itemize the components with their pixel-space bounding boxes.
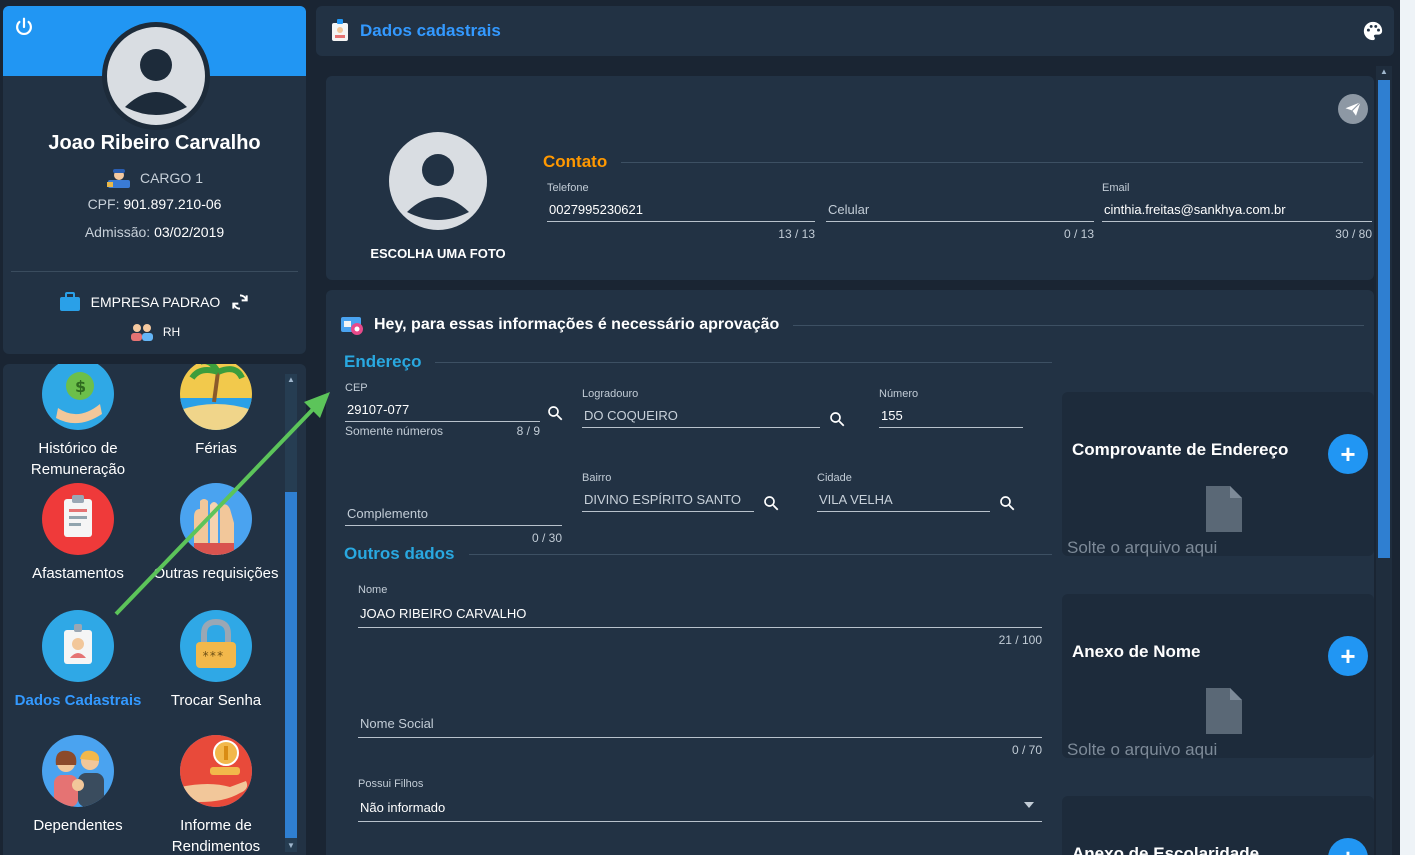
user-silhouette-icon bbox=[407, 154, 469, 220]
department-name: RH bbox=[162, 325, 181, 339]
file-icon bbox=[1206, 486, 1242, 532]
logradouro-field[interactable]: Logradouro DO COQUEIRO bbox=[582, 388, 820, 428]
add-comprovante-button[interactable]: + bbox=[1328, 434, 1368, 474]
cidade-field[interactable]: Cidade VILA VELHA bbox=[817, 472, 990, 512]
clipboard-icon bbox=[42, 483, 114, 555]
menu-scrollbar[interactable]: ▲ ▼ bbox=[285, 374, 297, 852]
email-field[interactable]: Email cinthia.freitas@sankhya.com.br 30 … bbox=[1102, 182, 1372, 241]
padlock-icon: *** bbox=[180, 610, 252, 682]
profile-cpf: CPF: 901.897.210-06 bbox=[87, 196, 222, 212]
telefone-input[interactable]: 0027995230621 bbox=[547, 196, 815, 222]
profile-company: EMPRESA PADRAO bbox=[3, 292, 306, 312]
svg-text:***: *** bbox=[202, 649, 224, 663]
cidade-search-icon[interactable] bbox=[998, 494, 1016, 512]
cidade-input[interactable]: VILA VELHA bbox=[817, 486, 990, 512]
endereco-section-title: Endereço bbox=[344, 352, 1052, 372]
celular-field[interactable]: Celular 0 / 13 bbox=[826, 182, 1094, 241]
logradouro-search-icon[interactable] bbox=[828, 410, 846, 428]
menu-item-informe-rendimentos[interactable]: Informe de Rendimentos bbox=[146, 735, 286, 855]
page-title: Dados cadastrais bbox=[360, 21, 501, 40]
menu-item-historico-remuneracao[interactable]: $ Histórico de Remuneração bbox=[8, 364, 148, 480]
scroll-down-arrow-icon[interactable]: ▼ bbox=[285, 840, 297, 852]
company-name: EMPRESA PADRAO bbox=[90, 294, 221, 310]
scroll-up-arrow-icon[interactable]: ▲ bbox=[1378, 66, 1390, 78]
logradouro-input[interactable]: DO COQUEIRO bbox=[582, 402, 820, 428]
cep-search-icon[interactable] bbox=[546, 404, 564, 422]
approval-card: Hey, para essas informações é necessário… bbox=[326, 290, 1374, 855]
money-bag-icon: $ bbox=[42, 364, 114, 430]
dropdown-arrow-icon[interactable] bbox=[1024, 802, 1034, 808]
contact-card: ESCOLHA UMA FOTO Contato Telefone 002799… bbox=[326, 76, 1374, 280]
contato-section-title: Contato bbox=[543, 152, 1363, 172]
nome-input[interactable]: JOAO RIBEIRO CARVALHO bbox=[358, 598, 1042, 628]
choose-photo-label[interactable]: ESCOLHA UMA FOTO bbox=[356, 246, 520, 261]
numero-field[interactable]: Número 155 bbox=[879, 388, 1023, 428]
add-anexo-escolaridade-button[interactable]: + bbox=[1328, 838, 1368, 855]
celular-input[interactable]: Celular bbox=[826, 196, 1094, 222]
possui-filhos-value[interactable]: Não informado bbox=[358, 792, 1042, 822]
profile-card: Joao Ribeiro Carvalho CARGO 1 CPF: 901.8… bbox=[3, 6, 306, 354]
approval-title: Hey, para essas informações é necessário… bbox=[340, 314, 1364, 336]
bairro-field[interactable]: Bairro DIVINO ESPÍRITO SANTO bbox=[582, 472, 754, 512]
scroll-up-arrow-icon[interactable]: ▲ bbox=[285, 374, 297, 386]
profile-name: Joao Ribeiro Carvalho bbox=[48, 132, 261, 154]
attachment-comprovante-endereco[interactable]: Comprovante de Endereço + Solte o arquiv… bbox=[1062, 392, 1374, 557]
possui-filhos-select[interactable]: Possui Filhos Não informado bbox=[358, 778, 1042, 822]
photo-avatar[interactable] bbox=[389, 132, 487, 230]
menu-item-afastamentos[interactable]: Afastamentos bbox=[8, 483, 148, 584]
attachment-anexo-nome[interactable]: Anexo de Nome + Solte o arquivo aqui bbox=[1062, 594, 1374, 759]
menu-item-outras-requisicoes[interactable]: Outras requisições bbox=[146, 483, 286, 584]
svg-text:$: $ bbox=[75, 377, 86, 396]
raised-hands-icon bbox=[180, 483, 252, 555]
attachment-anexo-escolaridade[interactable]: Anexo de Escolaridade + bbox=[1062, 796, 1374, 855]
sync-icon[interactable] bbox=[230, 292, 250, 312]
header-bar: Dados cadastrais bbox=[316, 6, 1394, 56]
id-card-icon bbox=[332, 19, 348, 41]
bairro-search-icon[interactable] bbox=[762, 494, 780, 512]
file-icon bbox=[1206, 688, 1242, 734]
menu-item-dependentes[interactable]: Dependentes bbox=[8, 735, 148, 836]
briefcase-icon bbox=[59, 292, 80, 311]
profile-admissao: Admissão: 03/02/2019 bbox=[84, 224, 225, 240]
team-icon bbox=[130, 324, 153, 341]
main-scrollbar[interactable]: ▲ bbox=[1376, 66, 1392, 855]
dropzone-text: Solte o arquivo aqui bbox=[1067, 538, 1218, 557]
menu-item-ferias[interactable]: Férias bbox=[146, 364, 286, 459]
cep-field[interactable]: CEP 29107-077 Somente números 8 / 9 bbox=[345, 382, 540, 438]
id-badge-icon bbox=[42, 610, 114, 682]
cep-input[interactable]: 29107-077 bbox=[345, 396, 540, 422]
menu-item-trocar-senha[interactable]: *** Trocar Senha bbox=[146, 610, 286, 711]
palette-icon[interactable] bbox=[1362, 20, 1384, 42]
menu-item-dados-cadastrais[interactable]: Dados Cadastrais bbox=[8, 610, 148, 711]
numero-input[interactable]: 155 bbox=[879, 402, 1023, 428]
outros-dados-section-title: Outros dados bbox=[344, 544, 1052, 564]
cargo-label: CARGO 1 bbox=[139, 170, 203, 186]
telefone-field[interactable]: Telefone 0027995230621 13 / 13 bbox=[547, 182, 815, 241]
nome-field[interactable]: Nome JOAO RIBEIRO CARVALHO 21 / 100 bbox=[358, 584, 1042, 647]
beach-icon bbox=[180, 364, 252, 430]
profile-department: RH bbox=[3, 322, 306, 342]
profile-cargo: CARGO 1 bbox=[3, 166, 306, 190]
nome-social-input[interactable]: Nome Social bbox=[358, 708, 1042, 738]
avatar bbox=[102, 22, 210, 130]
email-input[interactable]: cinthia.freitas@sankhya.com.br bbox=[1102, 196, 1372, 222]
menu-scroll-thumb[interactable] bbox=[285, 492, 297, 838]
window-edge bbox=[1400, 0, 1415, 855]
bairro-input[interactable]: DIVINO ESPÍRITO SANTO bbox=[582, 486, 754, 512]
complemento-field[interactable]: Complemento 0 / 30 bbox=[345, 486, 562, 545]
power-icon[interactable] bbox=[13, 16, 35, 38]
complemento-input[interactable]: Complemento bbox=[345, 500, 562, 526]
income-coins-icon bbox=[180, 735, 252, 807]
send-icon[interactable] bbox=[1338, 94, 1368, 124]
user-silhouette-icon bbox=[125, 49, 187, 115]
family-icon bbox=[42, 735, 114, 807]
add-anexo-nome-button[interactable]: + bbox=[1328, 636, 1368, 676]
nome-social-field[interactable]: Nome Social 0 / 70 bbox=[358, 694, 1042, 757]
approval-badge-icon bbox=[341, 317, 363, 335]
side-menu: $ Histórico de Remuneração Férias Afasta… bbox=[3, 364, 306, 855]
divider bbox=[11, 271, 298, 272]
dropzone-text: Solte o arquivo aqui bbox=[1067, 740, 1218, 759]
main-scroll-thumb[interactable] bbox=[1378, 80, 1390, 558]
worker-icon bbox=[106, 169, 130, 188]
